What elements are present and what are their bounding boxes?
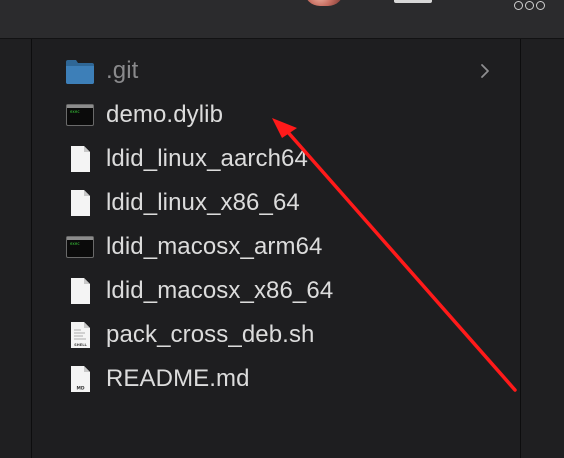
shell-badge: SHELL <box>74 343 87 347</box>
file-name: ldid_macosx_arm64 <box>106 233 323 260</box>
exec-icon-label: exec <box>70 109 80 114</box>
md-badge: MD <box>76 386 84 392</box>
more-options-icon[interactable] <box>514 0 554 10</box>
shell-script-icon: SHELL <box>65 321 95 349</box>
file-name: README.md <box>106 365 250 392</box>
markdown-file-icon: MD <box>65 365 95 393</box>
file-name: pack_cross_deb.sh <box>106 321 315 348</box>
chevron-right-icon[interactable] <box>479 61 491 81</box>
file-row-ldid-linux-aarch64[interactable]: ldid_linux_aarch64 <box>32 137 520 181</box>
file-name: ldid_linux_aarch64 <box>106 145 308 172</box>
file-column: .git exec demo.dylib ldid_linux_aarch64 … <box>32 39 521 458</box>
next-column <box>521 39 564 458</box>
document-icon <box>65 277 95 305</box>
avatar-icon[interactable] <box>304 0 344 6</box>
file-name: ldid_linux_x86_64 <box>106 189 300 216</box>
previous-column <box>0 39 32 458</box>
toolbar <box>0 0 564 39</box>
file-name: ldid_macosx_x86_64 <box>106 277 334 304</box>
document-icon <box>65 145 95 173</box>
file-row-ldid-macosx-arm64[interactable]: exec ldid_macosx_arm64 <box>32 225 520 269</box>
file-name: demo.dylib <box>106 101 224 128</box>
file-list: .git exec demo.dylib ldid_linux_aarch64 … <box>32 49 520 401</box>
finder-window: .git exec demo.dylib ldid_linux_aarch64 … <box>0 0 564 458</box>
file-row-git[interactable]: .git <box>32 49 520 93</box>
exec-icon-label: exec <box>70 241 80 246</box>
file-row-demo-dylib[interactable]: exec demo.dylib <box>32 93 520 137</box>
file-row-pack-cross-deb[interactable]: SHELL pack_cross_deb.sh <box>32 313 520 357</box>
file-name: .git <box>106 57 139 84</box>
document-icon <box>65 189 95 217</box>
toolbar-button[interactable] <box>394 0 432 3</box>
exec-icon: exec <box>66 104 94 126</box>
file-row-ldid-macosx-x86-64[interactable]: ldid_macosx_x86_64 <box>32 269 520 313</box>
file-row-ldid-linux-x86-64[interactable]: ldid_linux_x86_64 <box>32 181 520 225</box>
file-row-readme[interactable]: MD README.md <box>32 357 520 401</box>
exec-icon: exec <box>66 236 94 258</box>
folder-icon <box>65 57 95 85</box>
